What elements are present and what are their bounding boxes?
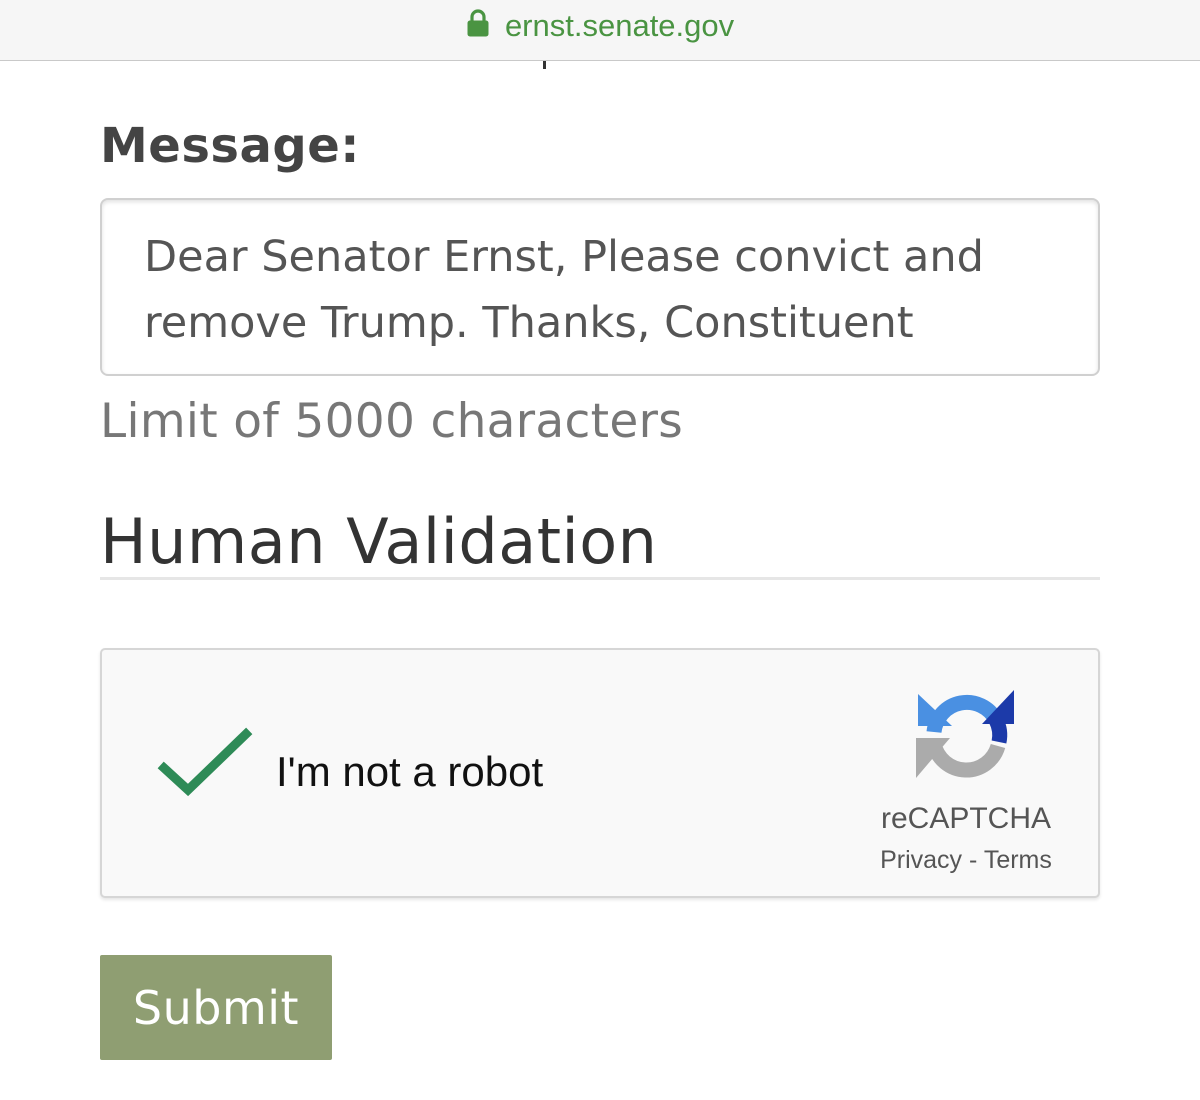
url-display[interactable]: ernst.senate.gov [0,8,1200,44]
privacy-link[interactable]: Privacy [880,846,962,874]
lock-icon [466,8,490,38]
section-divider [100,577,1100,580]
terms-link[interactable]: Terms [984,846,1052,874]
recaptcha-brand: reCAPTCHA [880,802,1052,835]
recaptcha-checkbox-label[interactable]: I'm not a robot [276,748,543,796]
checkmark-icon[interactable] [156,726,256,806]
url-text: ernst.senate.gov [504,8,735,43]
recaptcha-logo-icon [914,686,1018,790]
character-limit-hint: Limit of 5000 characters [100,394,683,449]
message-text: Dear Senator Ernst, Please convict and r… [144,232,984,348]
browser-address-bar[interactable]: ernst.senate.gov [0,0,1200,61]
recaptcha-links: Privacy - Terms [848,846,1084,875]
section-title: Human Validation [100,505,658,578]
recaptcha-widget: I'm not a robot reCAPTCHA Privacy - Term… [100,648,1100,898]
submit-button[interactable]: Submit [100,955,332,1060]
message-label: Message: [100,118,360,174]
clipped-content-stub [543,61,546,69]
links-separator: - [962,846,984,874]
message-textarea[interactable]: Dear Senator Ernst, Please convict and r… [100,198,1100,376]
